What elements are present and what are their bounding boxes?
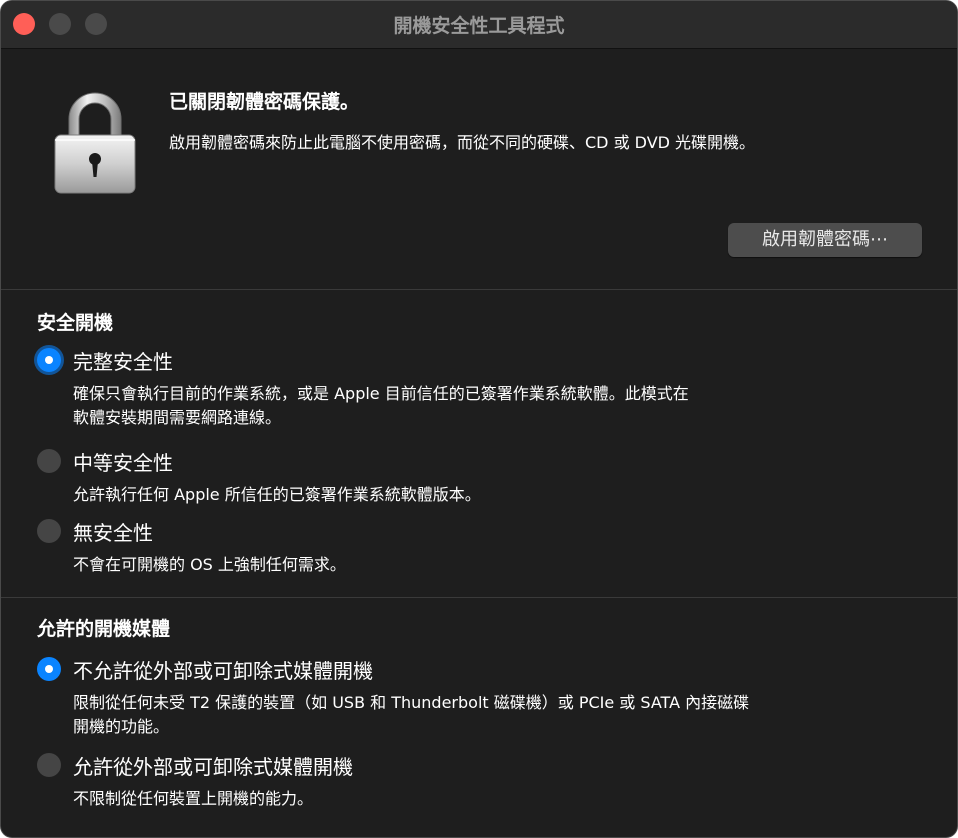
description-line: 限制從任何未受 T2 保護的裝置（如 USB 和 Thunderbolt 磁碟機… [73, 693, 750, 712]
option-label[interactable]: 無安全性 [73, 517, 153, 546]
radio-selected-icon[interactable] [37, 657, 61, 681]
startup-security-window: 開機安全性工具程式 已關閉韌體密碼保護。 啟用韌體密碼來防止此電腦不使用密碼，而… [0, 0, 958, 838]
description-line: 不會在可開機的 OS 上強制任何需求。 [73, 555, 346, 574]
radio-unselected-icon[interactable] [37, 449, 61, 473]
radio-unselected-icon[interactable] [37, 753, 61, 777]
option-description: 允許執行任何 Apple 所信任的已簽署作業系統軟體版本。 [73, 483, 481, 507]
option-description: 不會在可開機的 OS 上強制任何需求。 [73, 553, 346, 577]
option-label[interactable]: 中等安全性 [73, 447, 173, 476]
option-description: 確保只會執行目前的作業系統，或是 Apple 目前信任的已簽署作業系統軟體。此模… [73, 382, 689, 430]
firmware-status-title: 已關閉韌體密碼保護。 [169, 91, 360, 113]
description-line: 確保只會執行目前的作業系統，或是 Apple 目前信任的已簽署作業系統軟體。此模… [73, 384, 689, 403]
option-description: 限制從任何未受 T2 保護的裝置（如 USB 和 Thunderbolt 磁碟機… [73, 691, 749, 739]
secure-boot-title: 安全開機 [37, 312, 114, 334]
radio-selected-icon[interactable] [37, 348, 61, 372]
option-label[interactable]: 不允許從外部或可卸除式媒體開機 [73, 655, 373, 684]
secure-boot-section: 安全開機 完整安全性 確保只會執行目前的作業系統，或是 Apple 目前信任的已… [1, 290, 957, 598]
boot-media-title: 允許的開機媒體 [37, 618, 171, 640]
option-label[interactable]: 完整安全性 [73, 346, 173, 375]
lock-icon [54, 92, 136, 194]
option-label[interactable]: 允許從外部或可卸除式媒體開機 [73, 751, 353, 780]
allowed-boot-media-section: 允許的開機媒體 不允許從外部或可卸除式媒體開機 限制從任何未受 T2 保護的裝置… [1, 598, 957, 837]
firmware-description: 啟用韌體密碼來防止此電腦不使用密碼，而從不同的硬碟、CD 或 DVD 光碟開機。 [169, 133, 756, 152]
description-line: 開機的功能。 [73, 717, 170, 736]
enable-firmware-password-button[interactable]: 啟用韌體密碼⋯ [728, 223, 922, 257]
window-title: 開機安全性工具程式 [393, 15, 565, 37]
description-line: 軟體安裝期間需要網路連線。 [73, 408, 282, 427]
description-line: 允許執行任何 Apple 所信任的已簽署作業系統軟體版本。 [73, 485, 481, 504]
firmware-password-section: 已關閉韌體密碼保護。 啟用韌體密碼來防止此電腦不使用密碼，而從不同的硬碟、CD … [1, 49, 957, 290]
title-bar: 開機安全性工具程式 [1, 1, 957, 49]
radio-unselected-icon[interactable] [37, 519, 61, 543]
description-line: 不限制從任何裝置上開機的能力。 [73, 789, 314, 808]
option-description: 不限制從任何裝置上開機的能力。 [73, 787, 313, 811]
